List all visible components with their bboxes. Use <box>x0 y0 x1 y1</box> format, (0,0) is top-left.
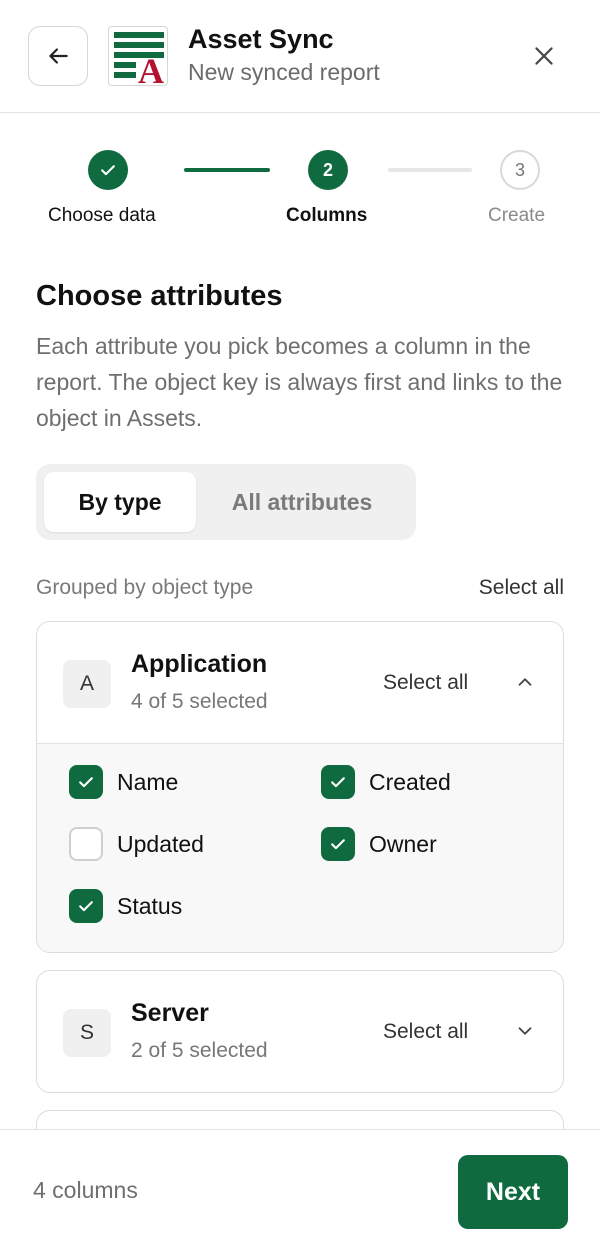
checkbox-unchecked[interactable] <box>69 827 103 861</box>
progress-stepper: 2 3 Choose data Columns Create <box>0 148 600 238</box>
close-icon <box>535 47 553 65</box>
arrow-left-icon <box>49 48 68 64</box>
attribute-option-status[interactable]: Status <box>69 889 182 923</box>
check-icon <box>331 777 345 788</box>
step-connector-complete <box>184 168 270 172</box>
section-title: Choose attributes <box>36 280 283 312</box>
type-badge: A <box>63 660 111 708</box>
check-icon <box>79 777 93 788</box>
attribute-option-name[interactable]: Name <box>69 765 178 799</box>
app-subtitle: New synced report <box>188 59 380 85</box>
checkbox-checked[interactable] <box>321 765 355 799</box>
back-button[interactable] <box>28 26 88 86</box>
chevron-down-icon <box>518 1027 532 1035</box>
attribute-label: Created <box>369 768 451 795</box>
column-count: 4 columns <box>33 1177 138 1203</box>
group-title: Application <box>131 650 268 678</box>
step-2-indicator: 2 <box>308 150 348 190</box>
view-toggle: By type All attributes <box>36 464 416 540</box>
app-logo: A <box>108 26 168 86</box>
check-icon <box>79 901 93 912</box>
checkbox-checked[interactable] <box>69 765 103 799</box>
group-select-all-link[interactable]: Select all <box>383 1020 468 1044</box>
group-attributes: Name Created Updated Owner Status <box>37 743 563 952</box>
app-title: Asset Sync <box>188 24 334 54</box>
group-card-application: A Application 4 of 5 selected Select all… <box>36 621 564 953</box>
attribute-label: Updated <box>117 830 204 857</box>
check-icon <box>331 839 345 850</box>
collapse-toggle[interactable] <box>511 668 539 696</box>
group-card-server: S Server 2 of 5 selected Select all <box>36 970 564 1093</box>
step-2-label: Columns <box>286 205 368 226</box>
attribute-option-updated[interactable]: Updated <box>69 827 204 861</box>
type-badge: S <box>63 1009 111 1057</box>
group-header-server[interactable]: S Server 2 of 5 selected Select all <box>37 971 563 1092</box>
attribute-label: Owner <box>369 830 437 857</box>
section-description: Each attribute you pick becomes a column… <box>36 333 563 431</box>
app-header: A Asset Sync New synced report <box>0 0 600 113</box>
step-connector-pending <box>388 168 472 172</box>
expand-toggle[interactable] <box>511 1017 539 1045</box>
checkbox-checked[interactable] <box>69 889 103 923</box>
step-3-label: Create <box>488 205 546 226</box>
group-select-all-link[interactable]: Select all <box>383 671 468 695</box>
logo-letter: A <box>138 51 164 86</box>
chevron-up-icon <box>518 678 532 686</box>
toggle-all-attributes[interactable]: All attributes <box>212 472 392 532</box>
attribute-label: Name <box>117 768 179 795</box>
footer-bar: 4 columns Next <box>0 1129 600 1252</box>
next-button[interactable]: Next <box>458 1155 568 1229</box>
close-button[interactable] <box>520 32 568 80</box>
attribute-option-owner[interactable]: Owner <box>321 827 437 861</box>
group-selection-count: 2 of 5 selected <box>131 1039 268 1062</box>
attribute-label: Status <box>117 892 183 919</box>
attribute-option-created[interactable]: Created <box>321 765 451 799</box>
step-1-complete-indicator <box>88 150 128 190</box>
step-1-label: Choose data <box>48 205 156 226</box>
group-header-application[interactable]: A Application 4 of 5 selected Select all <box>37 622 563 743</box>
check-icon <box>101 165 115 176</box>
toggle-by-type[interactable]: By type <box>44 472 196 532</box>
group-caption: Grouped by object type <box>36 576 254 599</box>
group-selection-count: 4 of 5 selected <box>131 690 268 713</box>
checkbox-checked[interactable] <box>321 827 355 861</box>
select-all-global-link[interactable]: Select all <box>479 576 564 600</box>
step-3-indicator: 3 <box>500 150 540 190</box>
group-title: Server <box>131 999 209 1027</box>
